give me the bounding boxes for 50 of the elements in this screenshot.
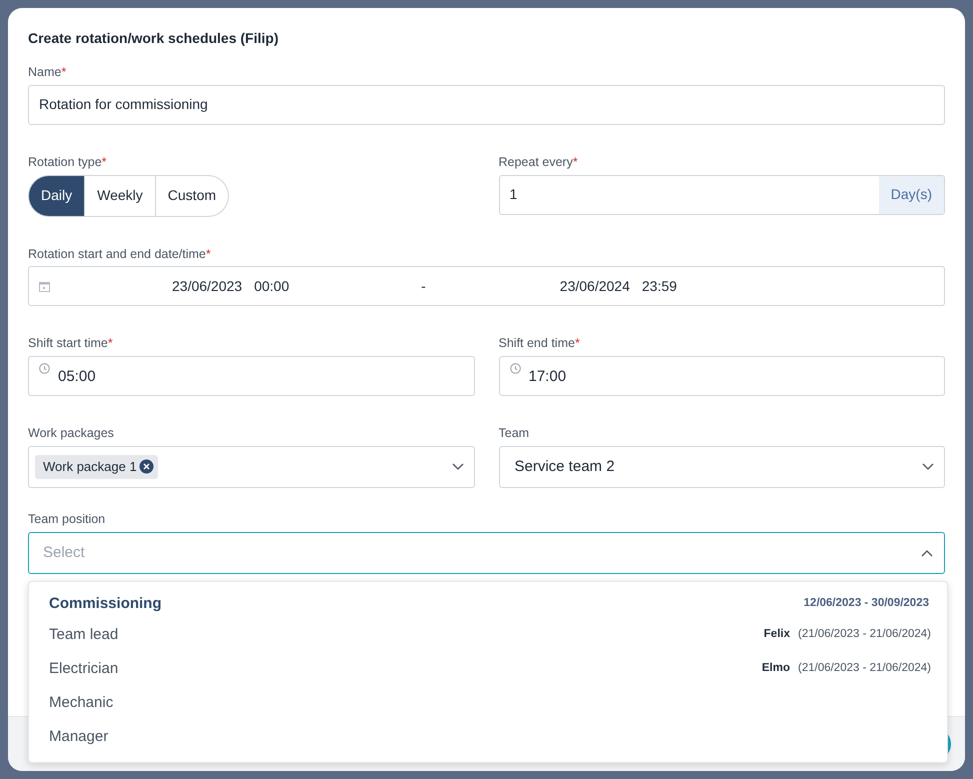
- dropdown-option[interactable]: Manager: [49, 720, 927, 754]
- field-label: Name: [28, 64, 62, 81]
- remove-icon[interactable]: [138, 459, 154, 474]
- field-label: Shift end time: [498, 335, 575, 352]
- clock-icon: [510, 363, 520, 374]
- calendar-icon: [39, 280, 50, 292]
- range-separator: -: [421, 276, 426, 296]
- group-dates: 12/06/2023 - 30/09/2023: [804, 596, 929, 612]
- time-field[interactable]: 17:00: [498, 356, 945, 396]
- repeat-field[interactable]: 1 Day(s): [498, 174, 945, 214]
- chevron-down-icon: [922, 463, 934, 470]
- field-value: 17:00: [528, 367, 566, 387]
- required-mark: *: [206, 246, 211, 262]
- dropdown-option[interactable]: Mechanic: [49, 686, 927, 720]
- field-value: Rotation for commissioning: [39, 95, 208, 114]
- name-field[interactable]: Rotation for commissioning: [28, 84, 945, 125]
- work-packages-select[interactable]: Work package 1: [28, 446, 474, 488]
- team-position-select[interactable]: Select: [28, 532, 945, 574]
- select-value: Service team 2: [514, 456, 616, 476]
- date-range-field[interactable]: 23/06/2023 00:00 - 23/06/2024 23:59: [28, 266, 945, 306]
- end-time: 23:59: [642, 276, 677, 296]
- required-mark: *: [108, 335, 113, 352]
- field-value: 1: [508, 185, 518, 204]
- required-mark: *: [61, 64, 66, 81]
- field-label: Rotation type: [28, 154, 102, 171]
- field-value: 05:00: [58, 367, 96, 387]
- chevron-up-icon: [921, 550, 933, 556]
- rotation-type-option[interactable]: Custom: [156, 174, 230, 216]
- clock-icon: [39, 363, 50, 374]
- rotation-type-option[interactable]: Daily: [28, 174, 86, 216]
- tag-chip: Work package 1: [35, 454, 158, 479]
- required-mark: *: [102, 154, 107, 171]
- start-date: 23/06/2023: [172, 276, 242, 296]
- start-time: 00:00: [254, 276, 290, 296]
- required-mark: *: [572, 154, 578, 171]
- rotation-type-option[interactable]: Weekly: [85, 174, 156, 216]
- required-mark: *: [574, 335, 580, 352]
- group-heading: Commissioning: [49, 594, 162, 614]
- field-label: Rotation start and end date/time: [28, 246, 206, 262]
- end-date: 23/06/2024: [560, 276, 630, 296]
- field-label: Repeat every: [498, 154, 573, 171]
- field-label: Team: [498, 425, 530, 442]
- field-label: Shift start time: [28, 335, 108, 352]
- field-label: Team position: [28, 510, 106, 528]
- dialog-title: Create rotation/work schedules (Filip): [28, 29, 280, 48]
- time-field[interactable]: 05:00: [28, 356, 474, 396]
- team-select[interactable]: Service team 2: [498, 446, 945, 488]
- field-label: Work packages: [28, 425, 114, 442]
- unit-label: Day(s): [878, 176, 944, 214]
- chevron-down-icon: [452, 463, 464, 470]
